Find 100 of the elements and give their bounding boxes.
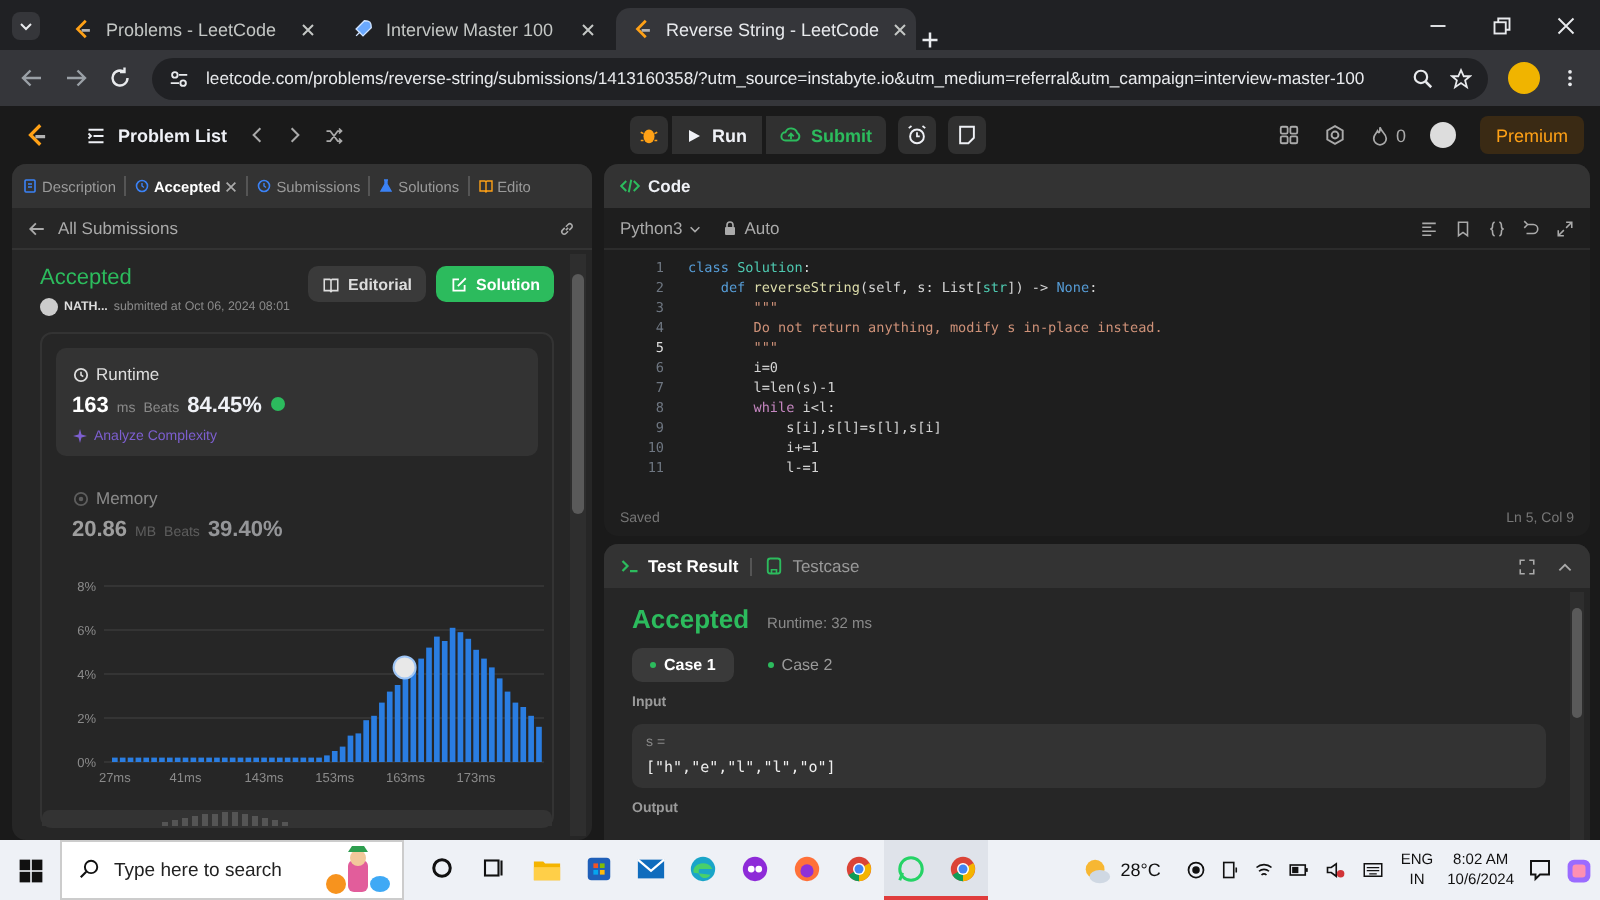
note-icon	[956, 124, 978, 146]
bookmark-icon[interactable]	[1454, 219, 1472, 237]
muted-speaker-icon[interactable]	[1324, 860, 1347, 880]
address-bar[interactable]: leetcode.com/problems/reverse-string/submissions/1413160358/?utm_source=instabyte.io&utm_medium=referral&utm_campaign=interview-master-100	[152, 57, 1488, 99]
plus-icon[interactable]	[920, 30, 940, 50]
expand-icon[interactable]	[1556, 219, 1574, 237]
url-text: leetcode.com/problems/reverse-string/submissions/1413160358/?utm_source=instabyte.io&utm_medium=referral&utm_campaign=interview-master-100	[206, 68, 1367, 88]
browser-icon	[947, 853, 977, 883]
language-select[interactable]: Python3	[620, 218, 703, 238]
profile-avatar[interactable]	[1508, 62, 1540, 94]
streak-counter[interactable]: 0	[1369, 125, 1406, 145]
keyboard-icon[interactable]	[1360, 860, 1387, 880]
browser-tab[interactable]: Problems - LeetCode	[56, 8, 332, 50]
book-icon	[321, 275, 340, 293]
sparkle-icon	[72, 428, 88, 444]
taskbar-search-field[interactable]: Type here to search	[60, 840, 404, 900]
tab-search-button[interactable]	[12, 12, 40, 40]
all-submissions-link[interactable]: All Submissions	[58, 218, 178, 238]
fullscreen-icon[interactable]	[1518, 557, 1536, 575]
premium-button[interactable]: Premium	[1479, 116, 1584, 154]
device-icon[interactable]	[1220, 860, 1241, 880]
wifi-icon[interactable]	[1254, 860, 1275, 880]
close-icon[interactable]	[891, 21, 908, 37]
forward-arrow-icon[interactable]	[64, 66, 88, 90]
testcase-icon	[764, 556, 785, 576]
panel-title: Code	[648, 176, 691, 196]
windows-logo-icon[interactable]	[17, 857, 43, 883]
code-logo-icon	[632, 18, 654, 40]
task-view-icon[interactable]	[482, 856, 506, 880]
back-arrow-icon[interactable]	[28, 219, 46, 237]
problem-list-link[interactable]: Problem List	[86, 125, 228, 145]
metric-value: 20.86	[72, 518, 128, 542]
chevron-right-icon[interactable]	[285, 126, 304, 144]
book-icon	[477, 178, 494, 194]
clock-icon	[133, 178, 150, 194]
shuffle-icon[interactable]	[323, 125, 344, 145]
mail-icon	[635, 853, 665, 883]
link-icon[interactable]	[558, 219, 576, 237]
browser-tab[interactable]: Reverse String - LeetCode	[616, 8, 916, 50]
back-arrow-icon[interactable]	[20, 66, 44, 90]
record-icon[interactable]	[1186, 860, 1207, 880]
browser-icon	[843, 853, 873, 883]
debug-button[interactable]	[630, 116, 668, 154]
rocket-icon	[352, 18, 374, 40]
user-avatar[interactable]	[1429, 122, 1456, 148]
timer-button[interactable]	[898, 116, 936, 154]
store-icon	[583, 853, 613, 883]
metric-label: Runtime	[96, 364, 160, 384]
panel-tab[interactable]: Test Result	[620, 556, 739, 576]
edit-icon	[450, 275, 468, 293]
site-settings-icon[interactable]	[168, 67, 190, 89]
case-tab[interactable]: Case 2	[749, 648, 851, 682]
restore-icon[interactable]	[1492, 16, 1512, 36]
bar[interactable]	[402, 676, 409, 762]
chat-icon	[895, 853, 925, 883]
code-icon	[620, 176, 640, 196]
document-icon	[22, 178, 38, 194]
run-button[interactable]: Run	[672, 116, 761, 154]
case-tab[interactable]: Case 1	[632, 648, 734, 682]
submission-status: Accepted	[40, 266, 134, 290]
undo-icon[interactable]	[1522, 219, 1540, 237]
submit-button[interactable]: Submit	[765, 116, 886, 154]
star-icon[interactable]	[1450, 67, 1472, 89]
copilot-icon[interactable]	[1566, 857, 1592, 883]
metric-value: 163	[72, 394, 109, 418]
auto-mode-toggle[interactable]: Auto	[722, 218, 780, 238]
list-icon	[86, 125, 106, 145]
panel-tab[interactable]: Testcase	[764, 556, 860, 576]
chevron-left-icon[interactable]	[247, 126, 266, 144]
lock-icon	[722, 220, 739, 236]
user-marker-drawing	[392, 655, 417, 680]
layout-grid-icon[interactable]	[1277, 124, 1300, 146]
temperature: 28°C	[1120, 860, 1161, 880]
logo-icon[interactable]	[24, 122, 50, 148]
zoom-icon[interactable]	[1412, 67, 1434, 89]
browser-tab[interactable]: Interview Master 100	[336, 8, 612, 50]
beats-badge-icon	[269, 396, 286, 412]
format-icon[interactable]	[1420, 219, 1438, 237]
braces-icon[interactable]	[1488, 219, 1506, 237]
code-logo-icon	[72, 18, 94, 40]
app-icon	[739, 853, 769, 883]
fire-icon	[1369, 125, 1390, 145]
taskbar-app[interactable]	[936, 840, 988, 900]
battery-icon[interactable]	[1288, 860, 1311, 880]
close-icon[interactable]	[580, 21, 596, 37]
close-icon[interactable]	[300, 21, 316, 37]
browser-icon	[687, 853, 717, 883]
chevron-down-icon	[18, 18, 34, 34]
mascot-illustration-icon	[320, 844, 392, 896]
notification-icon[interactable]	[1528, 858, 1552, 882]
cortana-icon[interactable]	[430, 856, 454, 880]
settings-icon[interactable]	[1323, 124, 1346, 146]
notes-button[interactable]	[948, 116, 986, 154]
editorial-button[interactable]: Editorial	[307, 266, 426, 302]
bar[interactable]	[410, 669, 417, 762]
reload-icon[interactable]	[108, 66, 132, 90]
result-status: Accepted	[632, 604, 750, 634]
close-icon[interactable]	[224, 179, 239, 193]
taskbar-app[interactable]	[884, 840, 936, 900]
beats-percent: 39.40%	[207, 518, 283, 542]
